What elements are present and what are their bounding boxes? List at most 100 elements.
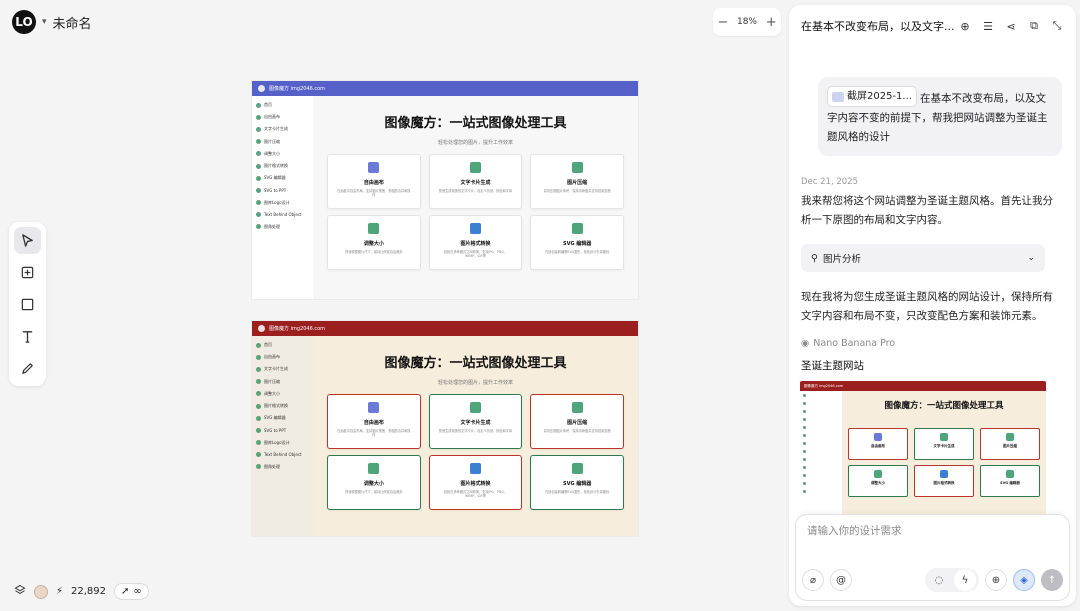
preview-card-title: 图片格式转换 xyxy=(933,481,955,485)
chevron-down-icon[interactable]: ▾ xyxy=(42,17,47,27)
tool-icon xyxy=(571,223,583,234)
site-title: 图像魔方：一站式图像处理工具 xyxy=(384,116,567,131)
site-nav-item: 图片格式转换 xyxy=(256,160,309,172)
site-nav-item: Text Behind Object xyxy=(256,449,309,461)
zoom-in-button[interactable]: + xyxy=(766,15,777,30)
site-card: 图片压缩 高效压缩图片体积，保持清晰度并支持批量处理 xyxy=(530,154,624,209)
pointer-icon[interactable] xyxy=(14,227,41,254)
frame-icon[interactable] xyxy=(14,259,41,286)
card-title: 调整大小 xyxy=(363,481,384,487)
card-title: 文字卡片生成 xyxy=(460,180,491,186)
lightbulb-icon[interactable]: ◌ xyxy=(928,569,950,591)
site-nav-item: SVG 编辑器 xyxy=(256,412,309,424)
site-nav-item: 文字卡片生成 xyxy=(256,363,309,375)
globe-icon[interactable]: ⊕ xyxy=(985,569,1007,591)
card-title: 图片格式转换 xyxy=(460,481,491,487)
lightning-icon[interactable]: ϟ xyxy=(954,569,976,591)
card-desc: 在线创建和编辑SVG图形，轻松设计矢量图标 xyxy=(545,250,610,254)
preview-card: 图片压缩 xyxy=(980,428,1040,460)
app-logo[interactable]: LO xyxy=(12,10,36,34)
site-card: 自由画布 在画板中自由布局，支持图片拖拽、多图层合并和操作 xyxy=(327,394,421,449)
layers-icon[interactable] xyxy=(14,584,26,599)
site-card: 图片格式转换 轻松在多种格式之间转换，支持JPG、PNG、WEBP、GIF等 xyxy=(428,455,523,510)
image-thumbnail-icon xyxy=(832,91,844,102)
site-card: 自由画布 在画板中自由布局，支持图片拖拽、多图层合并和操作 xyxy=(327,154,421,209)
site-logo-icon xyxy=(258,85,265,92)
site-nav-item: 图片格式转换 xyxy=(256,400,309,412)
project-title[interactable]: 未命名 xyxy=(53,13,92,32)
attachment-chip[interactable]: 截屏2025-1... xyxy=(827,86,917,107)
site-header: 图像魔方 img2046.com xyxy=(252,321,638,336)
eye-icon: ◉ xyxy=(801,338,810,349)
analysis-collapsible[interactable]: ⚲ 图片分析 ⌄ xyxy=(801,244,1045,272)
site-nav-item: 图库Logo设计 xyxy=(256,197,309,209)
canvas-image-christmas[interactable]: 图像魔方 img2046.com 首页 自由画布 文字卡片生成 图片压缩 调整大… xyxy=(252,321,638,536)
site-card-grid: 自由画布 在画板中自由布局，支持图片拖拽、多图层合并和操作 文字卡片生成 快速生成精… xyxy=(327,394,624,510)
preview-card-title: 文字卡片生成 xyxy=(933,444,955,448)
site-nav-item: 文字卡片生成 xyxy=(256,123,309,135)
composer-actions: ⌀ @ ◌ ϟ ⊕ ◈ ↑ xyxy=(802,568,1063,592)
site-nav-item: 图片压缩 xyxy=(256,136,309,148)
send-arrow-icon[interactable]: ↑ xyxy=(1041,569,1063,591)
lightning-icon: ⚡ xyxy=(56,586,64,597)
avatar[interactable] xyxy=(34,584,48,599)
site-nav-item: 首页 xyxy=(256,339,309,351)
chat-title[interactable]: 在基本不改变布局，以及文字... xyxy=(801,18,955,34)
expand-panel-icon[interactable]: ⧉ xyxy=(1027,19,1041,33)
preview-sidebar xyxy=(800,391,842,515)
tool-icon xyxy=(940,470,948,478)
assistant-message: 我来帮您将这个网站调整为圣诞主题风格。首先让我分析一下原图的布局和文字内容。 xyxy=(801,195,1053,226)
site-nav-item: 调整大小 xyxy=(256,148,309,160)
mention-icon[interactable]: @ xyxy=(830,569,852,591)
credits-count: 22,892 xyxy=(71,586,107,597)
preview-brand: 图像魔方 img2046.com xyxy=(804,383,844,388)
card-desc: 轻松在多种格式之间转换，支持JPG、PNG、WEBP、GIF等 xyxy=(443,250,508,259)
site-card-grid: 自由画布 在画板中自由布局，支持图片拖拽、多图层合并和操作 文字卡片生成 快速生成精… xyxy=(327,154,624,270)
chat-header-actions: ⊕ ☰ ⋖ ⧉ ⤡ xyxy=(958,19,1064,33)
collapse-icon[interactable]: ⤡ xyxy=(1050,19,1064,33)
history-icon[interactable]: ☰ xyxy=(981,19,995,33)
zoom-level[interactable]: 18% xyxy=(737,17,757,27)
preview-title: 图像魔方：一站式图像处理工具 xyxy=(884,401,1004,411)
attachment-name: 截屏2025-1... xyxy=(847,91,912,102)
new-chat-icon[interactable]: ⊕ xyxy=(958,19,972,33)
rectangle-icon[interactable] xyxy=(14,291,41,318)
site-nav-item: 自由画布 xyxy=(256,111,309,123)
card-title: SVG 编辑器 xyxy=(562,241,592,247)
site-card: 调整大小快速调整图片尺寸，保持比例或自由裁剪 xyxy=(327,215,421,270)
result-title: 圣诞主题网站 xyxy=(801,360,864,372)
site-card: 图片格式转换轻松在多种格式之间转换，支持JPG、PNG、WEBP、GIF等 xyxy=(428,215,523,270)
zoom-out-button[interactable]: − xyxy=(717,15,728,30)
tool-icon xyxy=(368,162,380,173)
mode-group: ◌ ϟ xyxy=(925,568,979,592)
user-message: 截屏2025-1... 在基本不改变布局，以及文字内容不变的前提下，帮我把网站调整… xyxy=(818,77,1062,156)
card-title: 调整大小 xyxy=(363,241,384,247)
site-nav-item: SVG to PPT xyxy=(256,424,309,436)
paperclip-icon[interactable]: ⌀ xyxy=(802,569,824,591)
chat-header: 在基本不改变布局，以及文字... ⊕ ☰ ⋖ ⧉ ⤡ xyxy=(789,5,1076,47)
site-title: 图像魔方：一站式图像处理工具 xyxy=(384,356,567,371)
preview-card: 文字卡片生成 xyxy=(914,428,974,460)
card-desc: 高效压缩图片体积，保持清晰度并支持批量处理 xyxy=(543,429,611,433)
preview-card: 自由画布 xyxy=(848,428,908,460)
text-icon[interactable] xyxy=(14,323,41,350)
message-date: Dec 21, 2025 xyxy=(801,177,859,187)
tool-icon xyxy=(368,463,380,474)
pen-icon[interactable] xyxy=(14,355,41,382)
prompt-input[interactable]: 请输入你的设计需求 xyxy=(807,523,902,538)
tool-icon xyxy=(874,433,882,441)
card-title: 图片格式转换 xyxy=(460,241,491,247)
card-desc: 快速调整图片尺寸，保持比例或自由裁剪 xyxy=(345,250,403,254)
tool-icon xyxy=(1006,433,1014,441)
share-icon[interactable]: ⋖ xyxy=(1004,19,1018,33)
result-image[interactable]: 图像魔方 img2046.com 图像魔方：一站式图像处理工具 自由画布 文字卡… xyxy=(800,381,1046,515)
card-desc: 快速生成精美的文字卡片，自定义背景、颜色和字体 xyxy=(438,429,513,433)
canvas-image-original[interactable]: 图像魔方 img2046.com 首页 自由画布 文字卡片生成 图片压缩 调整大… xyxy=(252,81,638,299)
site-nav-item: 自由画布 xyxy=(256,351,309,363)
site-main: 图像魔方：一站式图像处理工具 轻松处理您的图片，提升工作效率 自由画布 在画板中自… xyxy=(313,336,638,536)
site-brand: 图像魔方 img2046.com xyxy=(269,86,326,92)
cube-icon[interactable]: ◈ xyxy=(1013,569,1035,591)
mode-toggle[interactable]: ➚ ∞ xyxy=(114,583,149,600)
site-card: SVG 编辑器在线创建和编辑SVG图形，轻松设计矢量图标 xyxy=(530,215,624,270)
site-nav-item: 图片压缩 xyxy=(256,376,309,388)
